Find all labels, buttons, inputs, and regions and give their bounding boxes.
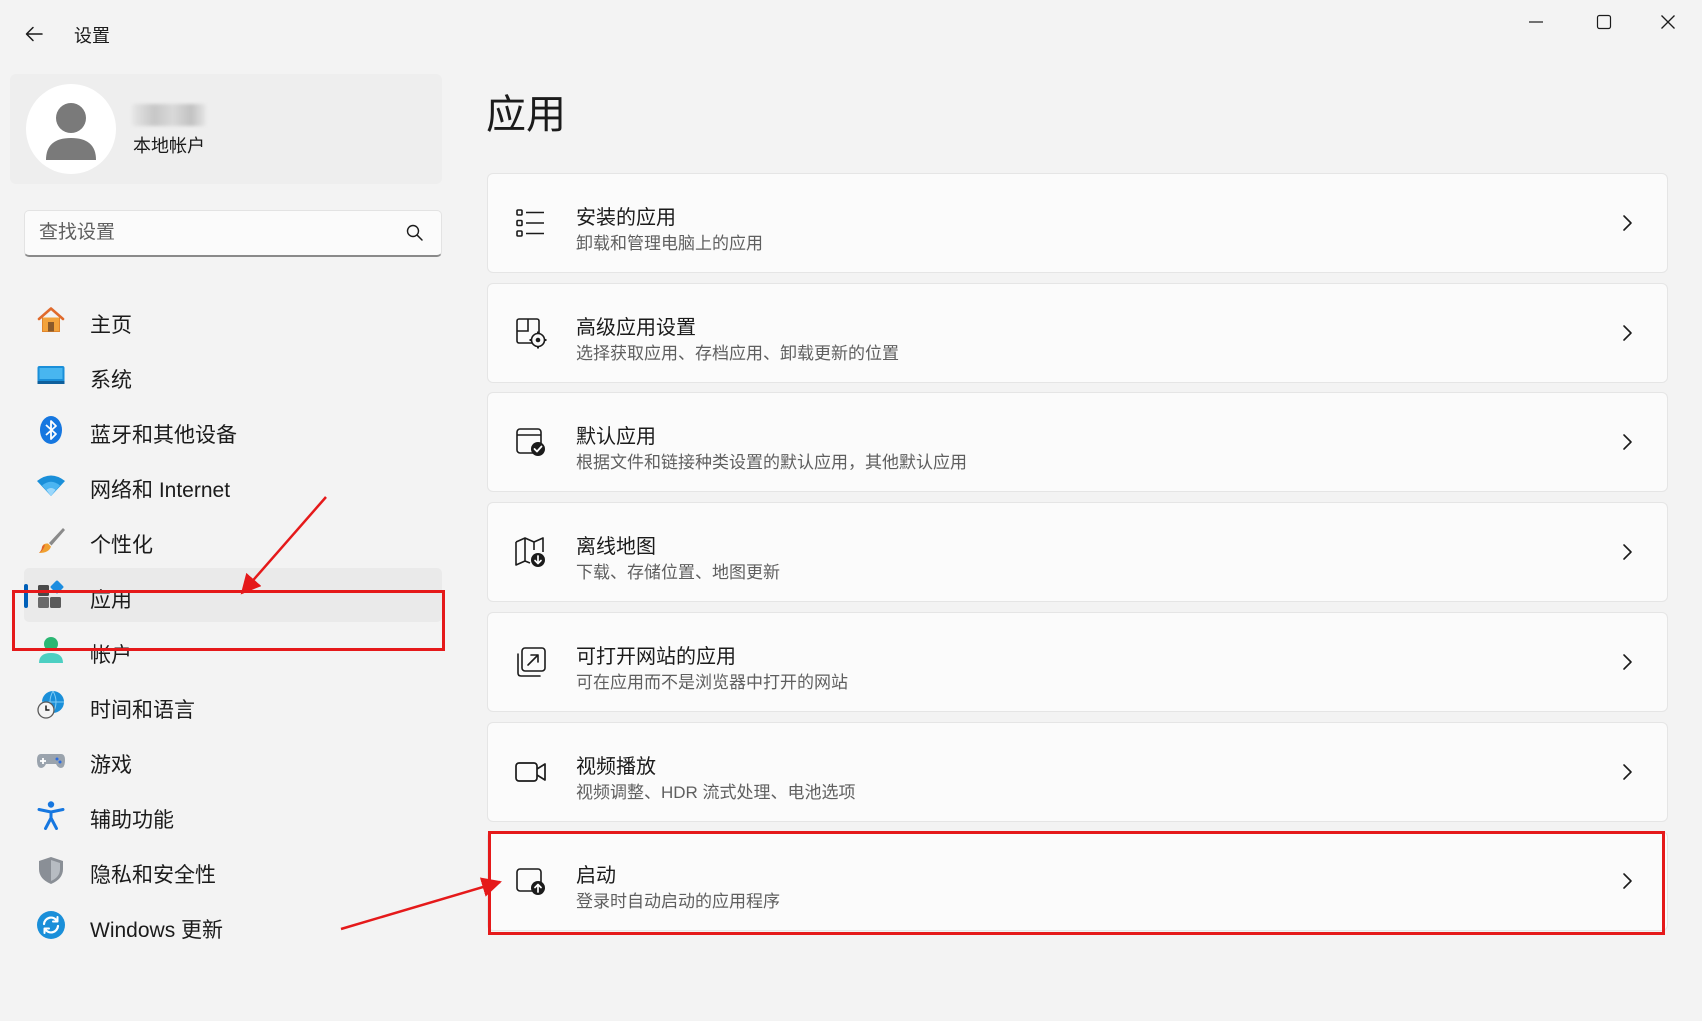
sidebar-item-privacy[interactable]: 隐私和安全性	[24, 843, 442, 897]
card-title: 高级应用设置	[576, 317, 696, 339]
default-apps-icon	[516, 428, 545, 456]
avatar	[26, 84, 116, 174]
profile-card[interactable]: 本地帐户	[10, 74, 442, 184]
bluetooth-icon	[40, 416, 62, 444]
page-title: 应用	[486, 93, 566, 137]
sidebar-item-home[interactable]: 主页	[24, 293, 442, 347]
sidebar-item-bluetooth[interactable]: 蓝牙和其他设备	[24, 403, 442, 457]
sidebar-item-label: 个性化	[90, 534, 153, 557]
sidebar-item-accessibility[interactable]: 辅助功能	[24, 788, 442, 842]
sidebar-item-label: 网络和 Internet	[90, 479, 231, 502]
card-advanced-app-settings[interactable]: 高级应用设置 选择获取应用、存档应用、卸载更新的位置	[487, 283, 1668, 383]
search-icon[interactable]	[405, 223, 425, 243]
maximize-button[interactable]	[1570, 0, 1638, 44]
sidebar-item-label: 辅助功能	[90, 809, 174, 832]
sidebar-item-system[interactable]: 系统	[24, 348, 442, 402]
minimize-icon	[1529, 21, 1543, 23]
card-subtitle: 根据文件和链接种类设置的默认应用，其他默认应用	[576, 453, 967, 472]
sidebar-item-personalization[interactable]: 个性化	[24, 513, 442, 567]
card-title: 离线地图	[576, 536, 656, 558]
apps-for-websites-icon	[517, 647, 546, 677]
card-title: 默认应用	[576, 426, 656, 448]
sidebar-item-label: Windows 更新	[90, 919, 224, 942]
title-bar: 设置	[0, 0, 1702, 66]
home-icon	[37, 307, 65, 332]
chevron-right-icon	[1623, 654, 1632, 670]
card-subtitle: 可在应用而不是浏览器中打开的网站	[576, 673, 848, 692]
brush-icon	[39, 528, 65, 553]
search-input[interactable]	[39, 211, 389, 255]
windows-update-icon	[37, 911, 65, 939]
app-title: 设置	[74, 26, 110, 46]
card-title: 视频播放	[576, 756, 656, 778]
card-subtitle: 下载、存储位置、地图更新	[576, 563, 780, 582]
gamepad-icon	[37, 754, 65, 768]
back-arrow-icon	[25, 26, 43, 42]
chevron-right-icon	[1623, 544, 1632, 560]
wifi-icon	[37, 475, 65, 496]
maximize-icon	[1596, 14, 1612, 30]
minimize-button[interactable]	[1502, 0, 1570, 44]
shield-icon	[39, 857, 63, 884]
chevron-right-icon	[1623, 325, 1632, 341]
user-name-blurred	[132, 104, 206, 126]
advanced-apps-icon	[516, 318, 547, 349]
chevron-right-icon	[1623, 215, 1632, 231]
sidebar-item-label: 游戏	[90, 754, 132, 777]
card-subtitle: 视频调整、HDR 流式处理、电池选项	[576, 783, 856, 802]
card-title: 可打开网站的应用	[576, 646, 736, 668]
card-apps-for-websites[interactable]: 可打开网站的应用 可在应用而不是浏览器中打开的网站	[487, 612, 1668, 712]
card-title: 安装的应用	[576, 207, 676, 229]
chevron-right-icon	[1623, 434, 1632, 450]
card-subtitle: 选择获取应用、存档应用、卸载更新的位置	[576, 344, 899, 363]
sidebar-item-network[interactable]: 网络和 Internet	[24, 458, 442, 512]
card-video-playback[interactable]: 视频播放 视频调整、HDR 流式处理、电池选项	[487, 722, 1668, 822]
card-installed-apps[interactable]: 安装的应用 卸载和管理电脑上的应用	[487, 173, 1668, 273]
sidebar-item-label: 隐私和安全性	[90, 864, 216, 887]
sidebar-item-label: 主页	[90, 314, 132, 337]
sidebar-item-label: 系统	[90, 369, 132, 392]
sidebar-item-label: 蓝牙和其他设备	[90, 424, 237, 447]
back-button[interactable]	[14, 14, 54, 54]
sidebar-item-windows-update[interactable]: Windows 更新	[24, 898, 442, 952]
chevron-right-icon	[1623, 764, 1632, 780]
account-type-label: 本地帐户	[133, 136, 205, 156]
card-default-apps[interactable]: 默认应用 根据文件和链接种类设置的默认应用，其他默认应用	[487, 392, 1668, 492]
installed-apps-icon	[516, 209, 544, 237]
accessibility-icon	[37, 801, 65, 830]
time-language-icon	[37, 690, 64, 719]
close-icon	[1661, 15, 1675, 29]
sidebar-item-time-language[interactable]: 时间和语言	[24, 678, 442, 732]
sidebar-item-gaming[interactable]: 游戏	[24, 733, 442, 787]
close-button[interactable]	[1634, 0, 1702, 44]
user-avatar-icon	[46, 103, 96, 160]
search-box	[24, 210, 442, 257]
system-icon	[37, 366, 65, 384]
sidebar-item-label: 时间和语言	[90, 699, 195, 722]
card-offline-maps[interactable]: 离线地图 下载、存储位置、地图更新	[487, 502, 1668, 602]
video-camera-icon	[515, 762, 546, 782]
card-subtitle: 卸载和管理电脑上的应用	[576, 234, 763, 253]
annotation-highlight-apps	[12, 590, 445, 651]
annotation-highlight-startup	[488, 831, 1665, 935]
offline-maps-icon	[515, 537, 545, 567]
